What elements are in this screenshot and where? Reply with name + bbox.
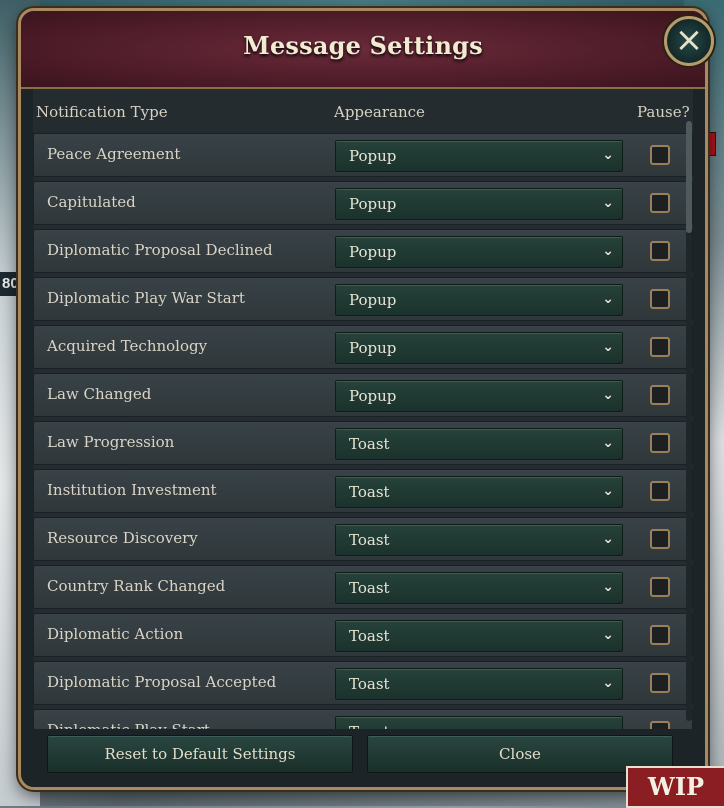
appearance-dropdown[interactable]: Toast ⌄ — [335, 524, 623, 556]
appearance-dropdown[interactable]: Popup ⌄ — [335, 140, 623, 172]
pause-checkbox[interactable] — [650, 577, 670, 597]
chevron-down-icon: ⌄ — [602, 147, 614, 163]
appearance-dropdown[interactable]: Toast ⌄ — [335, 428, 623, 460]
reset-defaults-button[interactable]: Reset to Default Settings — [47, 735, 353, 773]
appearance-dropdown[interactable]: Popup ⌄ — [335, 188, 623, 220]
notification-row: Country Rank Changed Toast ⌄ — [33, 565, 693, 609]
notification-row: Resource Discovery Toast ⌄ — [33, 517, 693, 561]
chevron-down-icon: ⌄ — [602, 291, 614, 307]
appearance-dropdown[interactable]: Popup ⌄ — [335, 332, 623, 364]
appearance-dropdown[interactable]: Toast⌄ — [335, 716, 623, 729]
notification-list[interactable]: Peace Agreement Popup ⌄ Capitulated Popup ⌄ Di… — [33, 133, 693, 729]
notification-type-label: Resource Discovery — [47, 529, 198, 547]
pause-checkbox[interactable] — [650, 145, 670, 165]
appearance-value: Popup — [349, 195, 397, 213]
message-settings-dialog: Message Settings Notification Type Appea… — [18, 8, 708, 790]
notification-type-label: Acquired Technology — [47, 337, 208, 355]
chevron-down-icon: ⌄ — [602, 531, 614, 547]
notification-type-label: Law Progression — [47, 433, 175, 451]
column-headers: Notification Type Appearance Pause? — [33, 95, 693, 125]
notification-type-label: Country Rank Changed — [47, 577, 226, 595]
appearance-dropdown[interactable]: Toast ⌄ — [335, 668, 623, 700]
notification-row: Diplomatic Play Start Toast⌄ — [33, 709, 693, 729]
notification-type-label: Diplomatic Proposal Declined — [47, 241, 273, 259]
chevron-down-icon: ⌄ — [602, 339, 614, 355]
notification-row: Diplomatic Action Toast ⌄ — [33, 613, 693, 657]
notification-type-label: Diplomatic Play War Start — [47, 289, 245, 307]
notification-type-label: Capitulated — [47, 193, 136, 211]
appearance-value: Toast — [349, 579, 390, 597]
appearance-dropdown[interactable]: Popup ⌄ — [335, 284, 623, 316]
notification-row: Law Progression Toast ⌄ — [33, 421, 693, 465]
notification-row: Diplomatic Proposal Accepted Toast ⌄ — [33, 661, 693, 705]
appearance-dropdown[interactable]: Toast ⌄ — [335, 476, 623, 508]
pause-checkbox[interactable] — [650, 433, 670, 453]
pause-checkbox[interactable] — [650, 529, 670, 549]
notification-type-label: Law Changed — [47, 385, 152, 403]
appearance-value: Popup — [349, 339, 397, 357]
notification-row: Acquired Technology Popup ⌄ — [33, 325, 693, 369]
pause-checkbox[interactable] — [650, 721, 670, 729]
appearance-value: Toast — [349, 627, 390, 645]
title-bar: Message Settings — [21, 11, 705, 89]
header-pause: Pause? — [637, 103, 690, 121]
pause-checkbox[interactable] — [650, 385, 670, 405]
chevron-down-icon: ⌄ — [602, 627, 614, 643]
appearance-dropdown[interactable]: Popup ⌄ — [335, 380, 623, 412]
notification-row: Diplomatic Play War Start Popup ⌄ — [33, 277, 693, 321]
notification-type-label: Diplomatic Action — [47, 625, 184, 643]
notification-row: Peace Agreement Popup ⌄ — [33, 133, 693, 177]
chevron-down-icon: ⌄ — [602, 195, 614, 211]
scrollbar-thumb[interactable] — [686, 121, 692, 233]
pause-checkbox[interactable] — [650, 193, 670, 213]
chevron-down-icon: ⌄ — [602, 435, 614, 451]
appearance-value: Toast — [349, 435, 390, 453]
appearance-dropdown[interactable]: Toast ⌄ — [335, 572, 623, 604]
header-appearance: Appearance — [334, 103, 425, 121]
dialog-title: Message Settings — [243, 31, 483, 60]
notification-type-label: Diplomatic Play Start — [47, 721, 210, 729]
notification-row: Institution Investment Toast ⌄ — [33, 469, 693, 513]
appearance-dropdown[interactable]: Toast ⌄ — [335, 620, 623, 652]
chevron-down-icon: ⌄ — [602, 387, 614, 403]
pause-checkbox[interactable] — [650, 289, 670, 309]
appearance-value: Popup — [349, 387, 397, 405]
notification-type-label: Diplomatic Proposal Accepted — [47, 673, 277, 691]
notification-row: Diplomatic Proposal Declined Popup ⌄ — [33, 229, 693, 273]
notification-row: Law Changed Popup ⌄ — [33, 373, 693, 417]
appearance-value: Popup — [349, 243, 397, 261]
chevron-down-icon: ⌄ — [602, 243, 614, 259]
appearance-value: Popup — [349, 147, 397, 165]
dialog-footer: Reset to Default Settings Close — [21, 729, 705, 787]
pause-checkbox[interactable] — [650, 673, 670, 693]
close-icon[interactable]: × — [664, 16, 714, 66]
appearance-value: Toast — [349, 675, 390, 693]
notification-type-label: Peace Agreement — [47, 145, 181, 163]
chevron-down-icon: ⌄ — [602, 675, 614, 691]
pause-checkbox[interactable] — [650, 625, 670, 645]
chevron-down-icon: ⌄ — [602, 483, 614, 499]
pause-checkbox[interactable] — [650, 337, 670, 357]
appearance-value: Toast — [349, 483, 390, 501]
header-notification-type: Notification Type — [36, 103, 168, 121]
pause-checkbox[interactable] — [650, 241, 670, 261]
appearance-value: Toast — [349, 531, 390, 549]
chevron-down-icon: ⌄ — [602, 579, 614, 595]
settings-content: Notification Type Appearance Pause? Peac… — [33, 89, 693, 729]
notification-type-label: Institution Investment — [47, 481, 217, 499]
appearance-value: Popup — [349, 291, 397, 309]
notification-row: Capitulated Popup ⌄ — [33, 181, 693, 225]
appearance-dropdown[interactable]: Popup ⌄ — [335, 236, 623, 268]
wip-badge: WIP — [626, 766, 724, 808]
pause-checkbox[interactable] — [650, 481, 670, 501]
